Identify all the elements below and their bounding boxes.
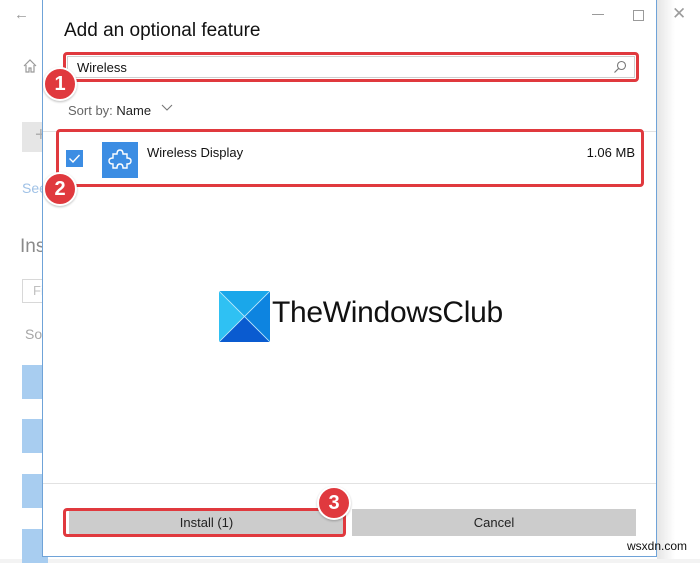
dialog-title: Add an optional feature [64,20,261,41]
sort-value: Name [116,103,152,118]
search-icon[interactable] [613,60,627,74]
annotation-badge-1: 1 [43,67,77,101]
cancel-button[interactable]: Cancel [352,509,636,536]
maximize-icon[interactable] [633,10,644,21]
feature-checkbox[interactable] [66,150,83,167]
divider [43,483,656,484]
search-input[interactable]: Wireless [67,56,635,78]
sort-by-dropdown[interactable]: Sort by: Name [68,103,151,118]
thewindowsclub-logo [219,291,270,342]
background-sort-label: So [25,326,43,342]
dialog-shadow [657,0,675,559]
chevron-down-icon[interactable] [161,101,173,113]
site-watermark: wsxdn.com [627,539,688,553]
home-icon[interactable] [22,58,38,74]
feature-size: 1.06 MB [586,145,635,160]
puzzle-piece-icon [102,142,138,178]
minimize-icon[interactable] [592,14,604,15]
add-optional-feature-dialog: Add an optional feature Wireless Sort by… [42,0,657,557]
back-arrow-icon[interactable]: ← [14,6,29,23]
feature-list-item[interactable]: Wireless Display 1.06 MB [57,132,643,184]
install-button[interactable]: Install (1) [69,509,344,536]
checkmark-icon [69,154,81,164]
sort-label: Sort by: [68,103,113,118]
thewindowsclub-watermark: TheWindowsClub [272,296,503,329]
feature-name: Wireless Display [147,145,244,160]
annotation-badge-2: 2 [43,172,77,206]
annotation-badge-3: 3 [317,486,351,520]
search-input-value: Wireless [77,60,127,75]
